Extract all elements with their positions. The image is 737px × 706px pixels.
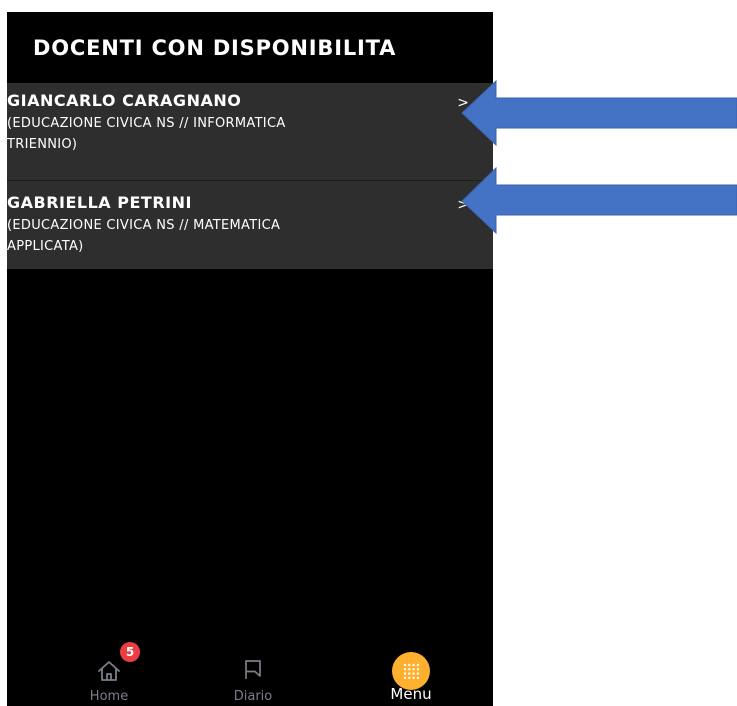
screenshot-canvas: DOCENTI CON DISPONIBILITA GIANCARLO CARA… (0, 0, 737, 706)
annotation-arrows (461, 79, 737, 235)
annotation-arrow-left (461, 79, 737, 147)
annotation-arrow-left (461, 166, 737, 235)
